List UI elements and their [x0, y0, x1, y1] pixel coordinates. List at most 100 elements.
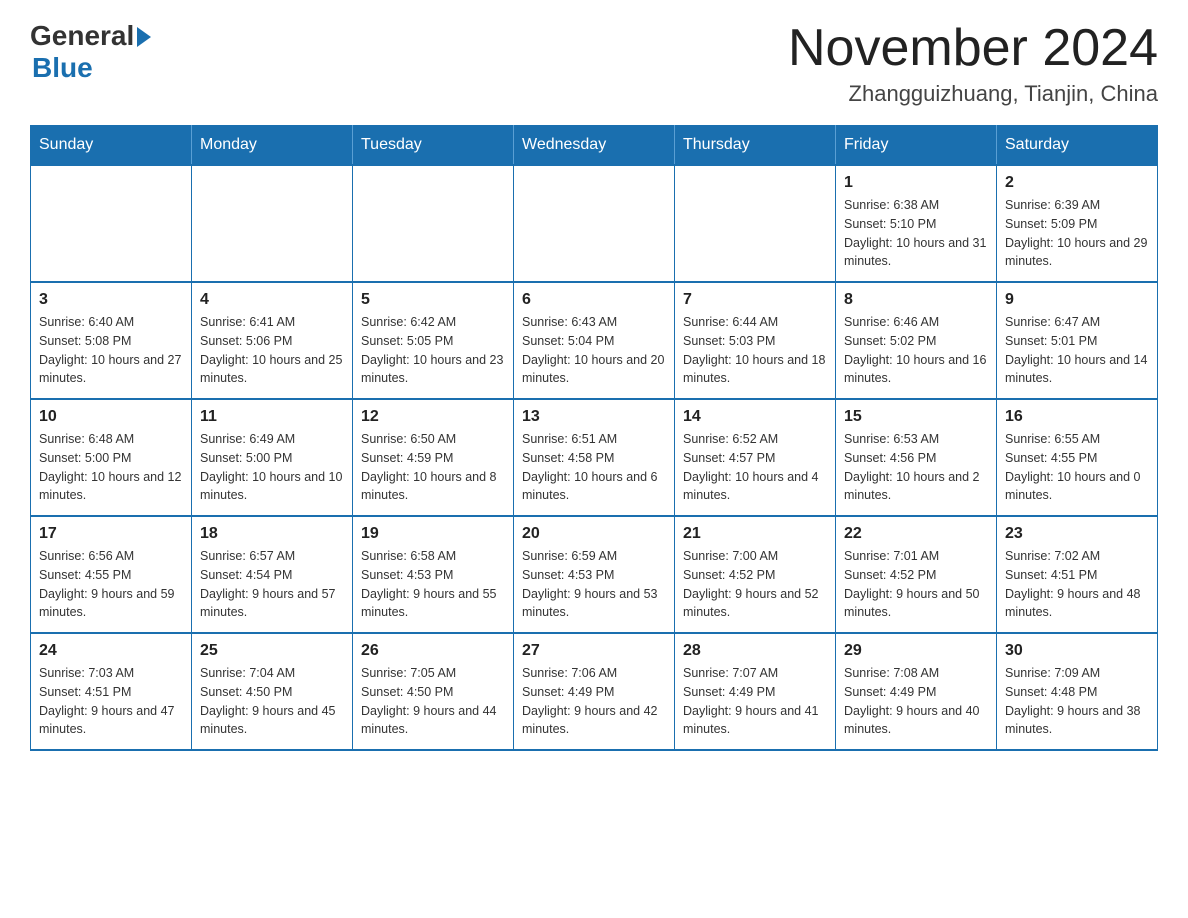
- logo-arrow-icon: [137, 27, 151, 47]
- calendar-cell: 26 Sunrise: 7:05 AMSunset: 4:50 PMDayligh…: [353, 633, 514, 750]
- day-info: Sunrise: 6:44 AMSunset: 5:03 PMDaylight:…: [683, 313, 827, 388]
- day-info: Sunrise: 6:51 AMSunset: 4:58 PMDaylight:…: [522, 430, 666, 505]
- weekday-header-saturday: Saturday: [997, 126, 1158, 166]
- day-info: Sunrise: 6:49 AMSunset: 5:00 PMDaylight:…: [200, 430, 344, 505]
- day-info: Sunrise: 6:55 AMSunset: 4:55 PMDaylight:…: [1005, 430, 1149, 505]
- logo: General Blue: [30, 20, 151, 84]
- day-info: Sunrise: 6:47 AMSunset: 5:01 PMDaylight:…: [1005, 313, 1149, 388]
- day-info: Sunrise: 6:43 AMSunset: 5:04 PMDaylight:…: [522, 313, 666, 388]
- day-info: Sunrise: 7:02 AMSunset: 4:51 PMDaylight:…: [1005, 547, 1149, 622]
- calendar-cell: 30 Sunrise: 7:09 AMSunset: 4:48 PMDayligh…: [997, 633, 1158, 750]
- calendar-cell: 20Sunrise: 6:59 AMSunset: 4:53 PMDayligh…: [514, 516, 675, 633]
- calendar-cell: [675, 165, 836, 282]
- day-info: Sunrise: 6:39 AMSunset: 5:09 PMDaylight:…: [1005, 196, 1149, 271]
- calendar-cell: 11 Sunrise: 6:49 AMSunset: 5:00 PMDayligh…: [192, 399, 353, 516]
- week-row-3: 10Sunrise: 6:48 AMSunset: 5:00 PMDayligh…: [31, 399, 1158, 516]
- week-row-5: 24 Sunrise: 7:03 AMSunset: 4:51 PMDayligh…: [31, 633, 1158, 750]
- day-info: Sunrise: 7:04 AMSunset: 4:50 PMDaylight:…: [200, 664, 344, 739]
- calendar-cell: 29 Sunrise: 7:08 AMSunset: 4:49 PMDayligh…: [836, 633, 997, 750]
- calendar-cell: [514, 165, 675, 282]
- weekday-header-wednesday: Wednesday: [514, 126, 675, 166]
- day-number: 3: [39, 291, 183, 309]
- day-info: Sunrise: 6:52 AMSunset: 4:57 PMDaylight:…: [683, 430, 827, 505]
- day-info: Sunrise: 7:09 AMSunset: 4:48 PMDaylight:…: [1005, 664, 1149, 739]
- weekday-header-row: SundayMondayTuesdayWednesdayThursdayFrid…: [31, 126, 1158, 166]
- calendar-cell: [192, 165, 353, 282]
- location-title: Zhangguizhuang, Tianjin, China: [788, 81, 1158, 107]
- day-number: 18: [200, 525, 344, 543]
- weekday-header-friday: Friday: [836, 126, 997, 166]
- logo-blue: Blue: [32, 52, 93, 84]
- day-number: 29: [844, 642, 988, 660]
- day-number: 12: [361, 408, 505, 426]
- day-info: Sunrise: 7:06 AMSunset: 4:49 PMDaylight:…: [522, 664, 666, 739]
- calendar-cell: 10Sunrise: 6:48 AMSunset: 5:00 PMDayligh…: [31, 399, 192, 516]
- day-number: 27: [522, 642, 666, 660]
- day-number: 19: [361, 525, 505, 543]
- calendar-cell: 19 Sunrise: 6:58 AMSunset: 4:53 PMDayligh…: [353, 516, 514, 633]
- day-number: 11: [200, 408, 344, 426]
- logo-general: General: [30, 20, 134, 52]
- calendar-cell: 9 Sunrise: 6:47 AMSunset: 5:01 PMDaylight…: [997, 282, 1158, 399]
- day-info: Sunrise: 6:58 AMSunset: 4:53 PMDaylight:…: [361, 547, 505, 622]
- calendar-cell: 24 Sunrise: 7:03 AMSunset: 4:51 PMDayligh…: [31, 633, 192, 750]
- day-info: Sunrise: 6:57 AMSunset: 4:54 PMDaylight:…: [200, 547, 344, 622]
- day-number: 20: [522, 525, 666, 543]
- calendar-cell: 21Sunrise: 7:00 AMSunset: 4:52 PMDayligh…: [675, 516, 836, 633]
- day-number: 5: [361, 291, 505, 309]
- week-row-1: 1Sunrise: 6:38 AMSunset: 5:10 PMDaylight…: [31, 165, 1158, 282]
- day-info: Sunrise: 6:50 AMSunset: 4:59 PMDaylight:…: [361, 430, 505, 505]
- weekday-header-thursday: Thursday: [675, 126, 836, 166]
- calendar-cell: 25 Sunrise: 7:04 AMSunset: 4:50 PMDayligh…: [192, 633, 353, 750]
- day-info: Sunrise: 6:46 AMSunset: 5:02 PMDaylight:…: [844, 313, 988, 388]
- day-number: 16: [1005, 408, 1149, 426]
- day-info: Sunrise: 6:42 AMSunset: 5:05 PMDaylight:…: [361, 313, 505, 388]
- day-info: Sunrise: 6:38 AMSunset: 5:10 PMDaylight:…: [844, 196, 988, 271]
- day-info: Sunrise: 7:01 AMSunset: 4:52 PMDaylight:…: [844, 547, 988, 622]
- day-number: 13: [522, 408, 666, 426]
- calendar-cell: 12 Sunrise: 6:50 AMSunset: 4:59 PMDayligh…: [353, 399, 514, 516]
- day-number: 7: [683, 291, 827, 309]
- day-info: Sunrise: 7:00 AMSunset: 4:52 PMDaylight:…: [683, 547, 827, 622]
- calendar-cell: 8 Sunrise: 6:46 AMSunset: 5:02 PMDaylight…: [836, 282, 997, 399]
- day-number: 9: [1005, 291, 1149, 309]
- day-number: 26: [361, 642, 505, 660]
- calendar-cell: 22Sunrise: 7:01 AMSunset: 4:52 PMDayligh…: [836, 516, 997, 633]
- calendar-cell: 13 Sunrise: 6:51 AMSunset: 4:58 PMDayligh…: [514, 399, 675, 516]
- day-number: 30: [1005, 642, 1149, 660]
- day-info: Sunrise: 7:08 AMSunset: 4:49 PMDaylight:…: [844, 664, 988, 739]
- calendar-table: SundayMondayTuesdayWednesdayThursdayFrid…: [30, 125, 1158, 751]
- day-number: 4: [200, 291, 344, 309]
- day-number: 8: [844, 291, 988, 309]
- calendar-cell: 4 Sunrise: 6:41 AMSunset: 5:06 PMDaylight…: [192, 282, 353, 399]
- day-info: Sunrise: 6:40 AMSunset: 5:08 PMDaylight:…: [39, 313, 183, 388]
- day-info: Sunrise: 6:41 AMSunset: 5:06 PMDaylight:…: [200, 313, 344, 388]
- day-info: Sunrise: 7:05 AMSunset: 4:50 PMDaylight:…: [361, 664, 505, 739]
- calendar-cell: 14Sunrise: 6:52 AMSunset: 4:57 PMDayligh…: [675, 399, 836, 516]
- day-info: Sunrise: 7:07 AMSunset: 4:49 PMDaylight:…: [683, 664, 827, 739]
- month-title: November 2024: [788, 20, 1158, 77]
- day-info: Sunrise: 6:56 AMSunset: 4:55 PMDaylight:…: [39, 547, 183, 622]
- day-info: Sunrise: 6:48 AMSunset: 5:00 PMDaylight:…: [39, 430, 183, 505]
- page-header: General Blue November 2024 Zhangguizhuan…: [30, 20, 1158, 107]
- weekday-header-monday: Monday: [192, 126, 353, 166]
- day-number: 25: [200, 642, 344, 660]
- calendar-cell: 16 Sunrise: 6:55 AMSunset: 4:55 PMDayligh…: [997, 399, 1158, 516]
- day-number: 17: [39, 525, 183, 543]
- calendar-cell: 17 Sunrise: 6:56 AMSunset: 4:55 PMDayligh…: [31, 516, 192, 633]
- calendar-cell: 3 Sunrise: 6:40 AMSunset: 5:08 PMDaylight…: [31, 282, 192, 399]
- day-number: 24: [39, 642, 183, 660]
- calendar-cell: 27 Sunrise: 7:06 AMSunset: 4:49 PMDayligh…: [514, 633, 675, 750]
- day-number: 6: [522, 291, 666, 309]
- calendar-cell: [31, 165, 192, 282]
- day-info: Sunrise: 7:03 AMSunset: 4:51 PMDaylight:…: [39, 664, 183, 739]
- day-number: 28: [683, 642, 827, 660]
- calendar-cell: 1Sunrise: 6:38 AMSunset: 5:10 PMDaylight…: [836, 165, 997, 282]
- calendar-cell: 7 Sunrise: 6:44 AMSunset: 5:03 PMDaylight…: [675, 282, 836, 399]
- title-area: November 2024 Zhangguizhuang, Tianjin, C…: [788, 20, 1158, 107]
- week-row-4: 17 Sunrise: 6:56 AMSunset: 4:55 PMDayligh…: [31, 516, 1158, 633]
- calendar-cell: 15Sunrise: 6:53 AMSunset: 4:56 PMDayligh…: [836, 399, 997, 516]
- week-row-2: 3 Sunrise: 6:40 AMSunset: 5:08 PMDaylight…: [31, 282, 1158, 399]
- calendar-cell: 2Sunrise: 6:39 AMSunset: 5:09 PMDaylight…: [997, 165, 1158, 282]
- day-number: 15: [844, 408, 988, 426]
